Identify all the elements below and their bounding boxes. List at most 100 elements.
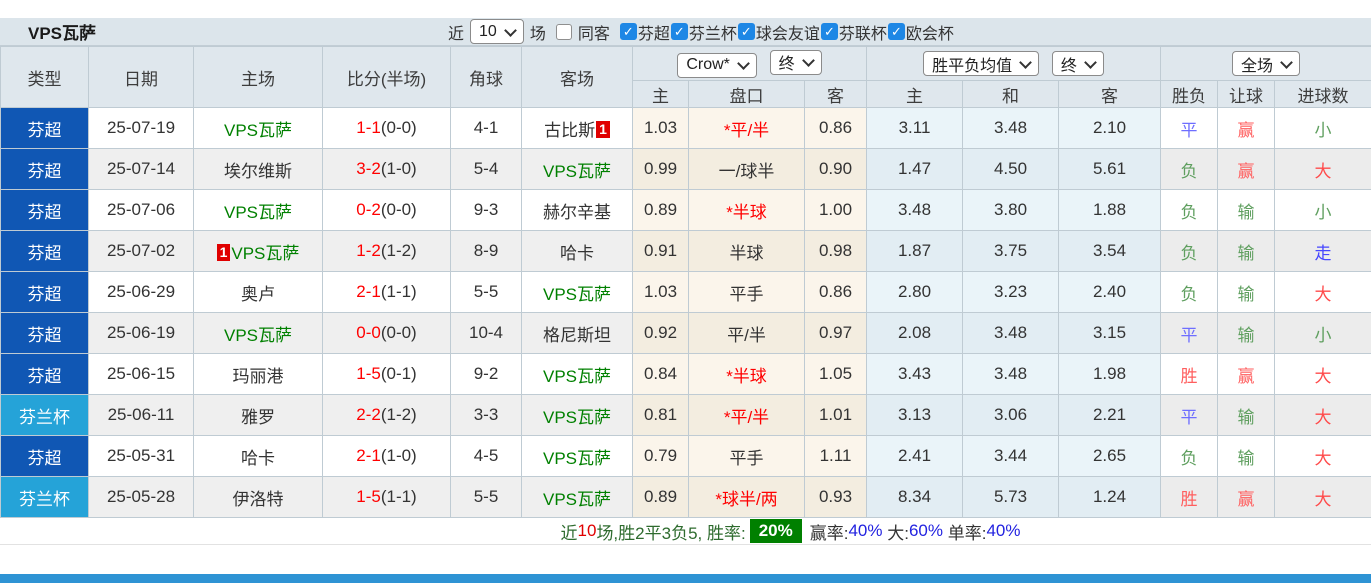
handicap-cell: 半球 <box>689 231 805 272</box>
bookmaker-time-select[interactable]: 终 <box>770 50 822 75</box>
score-cell: 1-1(0-0) <box>323 108 451 149</box>
match-row: 芬超25-06-15玛丽港1-5(0-1)9-2VPS瓦萨0.84*半球1.05… <box>1 354 1371 395</box>
average-select[interactable]: 胜平负均值 <box>923 51 1039 76</box>
result-wdl-cell: 负 <box>1161 190 1218 231</box>
home-odds-cell: 0.79 <box>633 436 689 477</box>
header-result-wdl: 胜负 <box>1161 81 1218 108</box>
home-team-cell: 1VPS瓦萨 <box>194 231 323 272</box>
result-goals-cell: 走 <box>1275 231 1371 272</box>
league-checkbox[interactable]: ✓ <box>620 23 637 40</box>
league-type-cell: 芬超 <box>1 436 89 477</box>
scope-selector-cell: 全场 <box>1161 47 1371 81</box>
score-cell: 3-2(1-0) <box>323 149 451 190</box>
result-handicap-cell: 输 <box>1218 313 1275 354</box>
avg-draw-odds-cell: 3.44 <box>963 436 1059 477</box>
bookmaker-time-value: 终 <box>779 50 795 74</box>
league-type-cell: 芬超 <box>1 231 89 272</box>
home-team-name: VPS瓦萨 <box>224 121 292 140</box>
average-select-value: 胜平负均值 <box>932 52 1012 76</box>
result-handicap-cell: 赢 <box>1218 354 1275 395</box>
header-avg-draw: 和 <box>963 81 1059 108</box>
footer-segment: 40% <box>986 521 1020 541</box>
avg-away-odds-cell: 3.54 <box>1059 231 1161 272</box>
halftime-score: (0-0) <box>381 323 417 342</box>
header-home: 主场 <box>194 47 323 108</box>
result-goals-cell: 小 <box>1275 108 1371 149</box>
result-goals-cell: 大 <box>1275 395 1371 436</box>
avg-away-odds-cell: 2.65 <box>1059 436 1161 477</box>
header-odds-home: 主 <box>633 81 689 108</box>
header-result-goals: 进球数 <box>1275 81 1371 108</box>
league-checkbox-label: 芬联杯 <box>839 20 887 44</box>
away-team-name: VPS瓦萨 <box>543 162 611 181</box>
avg-home-odds-cell: 1.47 <box>867 149 963 190</box>
date-cell: 25-05-31 <box>89 436 194 477</box>
avg-draw-odds-cell: 4.50 <box>963 149 1059 190</box>
home-odds-cell: 0.89 <box>633 477 689 518</box>
avg-home-odds-cell: 8.34 <box>867 477 963 518</box>
result-goals-cell: 小 <box>1275 190 1371 231</box>
avg-draw-odds-cell: 3.75 <box>963 231 1059 272</box>
result-wdl-cell: 平 <box>1161 313 1218 354</box>
away-odds-cell: 0.93 <box>805 477 867 518</box>
date-cell: 25-07-19 <box>89 108 194 149</box>
match-row: 芬超25-07-19VPS瓦萨1-1(0-0)4-1古比斯11.03*平/半0.… <box>1 108 1371 149</box>
bottom-blue-bar <box>0 574 1371 583</box>
rank-badge: 1 <box>596 121 610 138</box>
away-odds-cell: 0.86 <box>805 272 867 313</box>
corner-cell: 4-1 <box>451 108 522 149</box>
date-cell: 25-06-29 <box>89 272 194 313</box>
result-goals-cell: 大 <box>1275 477 1371 518</box>
league-checkbox[interactable]: ✓ <box>821 23 838 40</box>
result-goals-cell: 大 <box>1275 436 1371 477</box>
average-time-select[interactable]: 终 <box>1052 51 1104 76</box>
league-type-cell: 芬超 <box>1 272 89 313</box>
league-checkbox[interactable]: ✓ <box>888 23 905 40</box>
corner-cell: 5-4 <box>451 149 522 190</box>
league-checkbox[interactable]: ✓ <box>671 23 688 40</box>
halftime-score: (0-0) <box>381 118 417 137</box>
fulltime-score: 3-2 <box>356 159 381 178</box>
result-wdl-cell: 平 <box>1161 108 1218 149</box>
corner-cell: 5-5 <box>451 272 522 313</box>
home-team-cell: 玛丽港 <box>194 354 323 395</box>
bookmaker-select[interactable]: Crow* <box>677 53 757 78</box>
avg-draw-odds-cell: 3.48 <box>963 313 1059 354</box>
away-team-name: 古比斯 <box>544 121 595 140</box>
scope-select[interactable]: 全场 <box>1232 51 1300 76</box>
chevron-down-icon <box>737 57 750 70</box>
date-cell: 25-07-06 <box>89 190 194 231</box>
home-team-name: 哈卡 <box>241 449 275 468</box>
league-type-cell: 芬超 <box>1 149 89 190</box>
recent-count-select[interactable]: 10 <box>470 19 524 44</box>
home-odds-cell: 0.99 <box>633 149 689 190</box>
page-title: VPS瓦萨 <box>0 19 96 44</box>
match-row: 芬超25-07-06VPS瓦萨0-2(0-0)9-3赫尔辛基0.89*半球1.0… <box>1 190 1371 231</box>
away-team-cell: 赫尔辛基 <box>522 190 633 231</box>
footer-segment: 大: <box>883 519 909 544</box>
home-team-cell: VPS瓦萨 <box>194 190 323 231</box>
filter-controls: 近 10 场 同客 ✓芬超✓芬兰杯✓球会友谊✓芬联杯✓欧会杯 <box>448 18 955 45</box>
avg-away-odds-cell: 1.24 <box>1059 477 1161 518</box>
date-cell: 25-06-11 <box>89 395 194 436</box>
avg-away-odds-cell: 1.88 <box>1059 190 1161 231</box>
halftime-score: (1-0) <box>381 159 417 178</box>
corner-cell: 4-5 <box>451 436 522 477</box>
date-cell: 25-07-14 <box>89 149 194 190</box>
away-team-cell: VPS瓦萨 <box>522 436 633 477</box>
avg-home-odds-cell: 3.43 <box>867 354 963 395</box>
match-row: 芬超25-06-29奥卢2-1(1-1)5-5VPS瓦萨1.03平手0.862.… <box>1 272 1371 313</box>
score-cell: 1-5(1-1) <box>323 477 451 518</box>
league-checkbox-label: 芬兰杯 <box>689 20 737 44</box>
score-cell: 0-2(0-0) <box>323 190 451 231</box>
match-row: 芬兰杯25-05-28伊洛特1-5(1-1)5-5VPS瓦萨0.89*球半/两0… <box>1 477 1371 518</box>
away-team-name: VPS瓦萨 <box>543 285 611 304</box>
footer-segment: 赢率: <box>810 519 849 544</box>
home-team-name: 埃尔维斯 <box>224 162 292 181</box>
result-handicap-cell: 赢 <box>1218 108 1275 149</box>
away-odds-cell: 0.90 <box>805 149 867 190</box>
home-team-cell: 伊洛特 <box>194 477 323 518</box>
same-opponent-checkbox[interactable] <box>556 24 572 40</box>
header-bar: VPS瓦萨 近 10 场 同客 ✓芬超✓芬兰杯✓球会友谊✓芬联杯✓欧会杯 <box>0 18 1371 46</box>
league-checkbox[interactable]: ✓ <box>738 23 755 40</box>
